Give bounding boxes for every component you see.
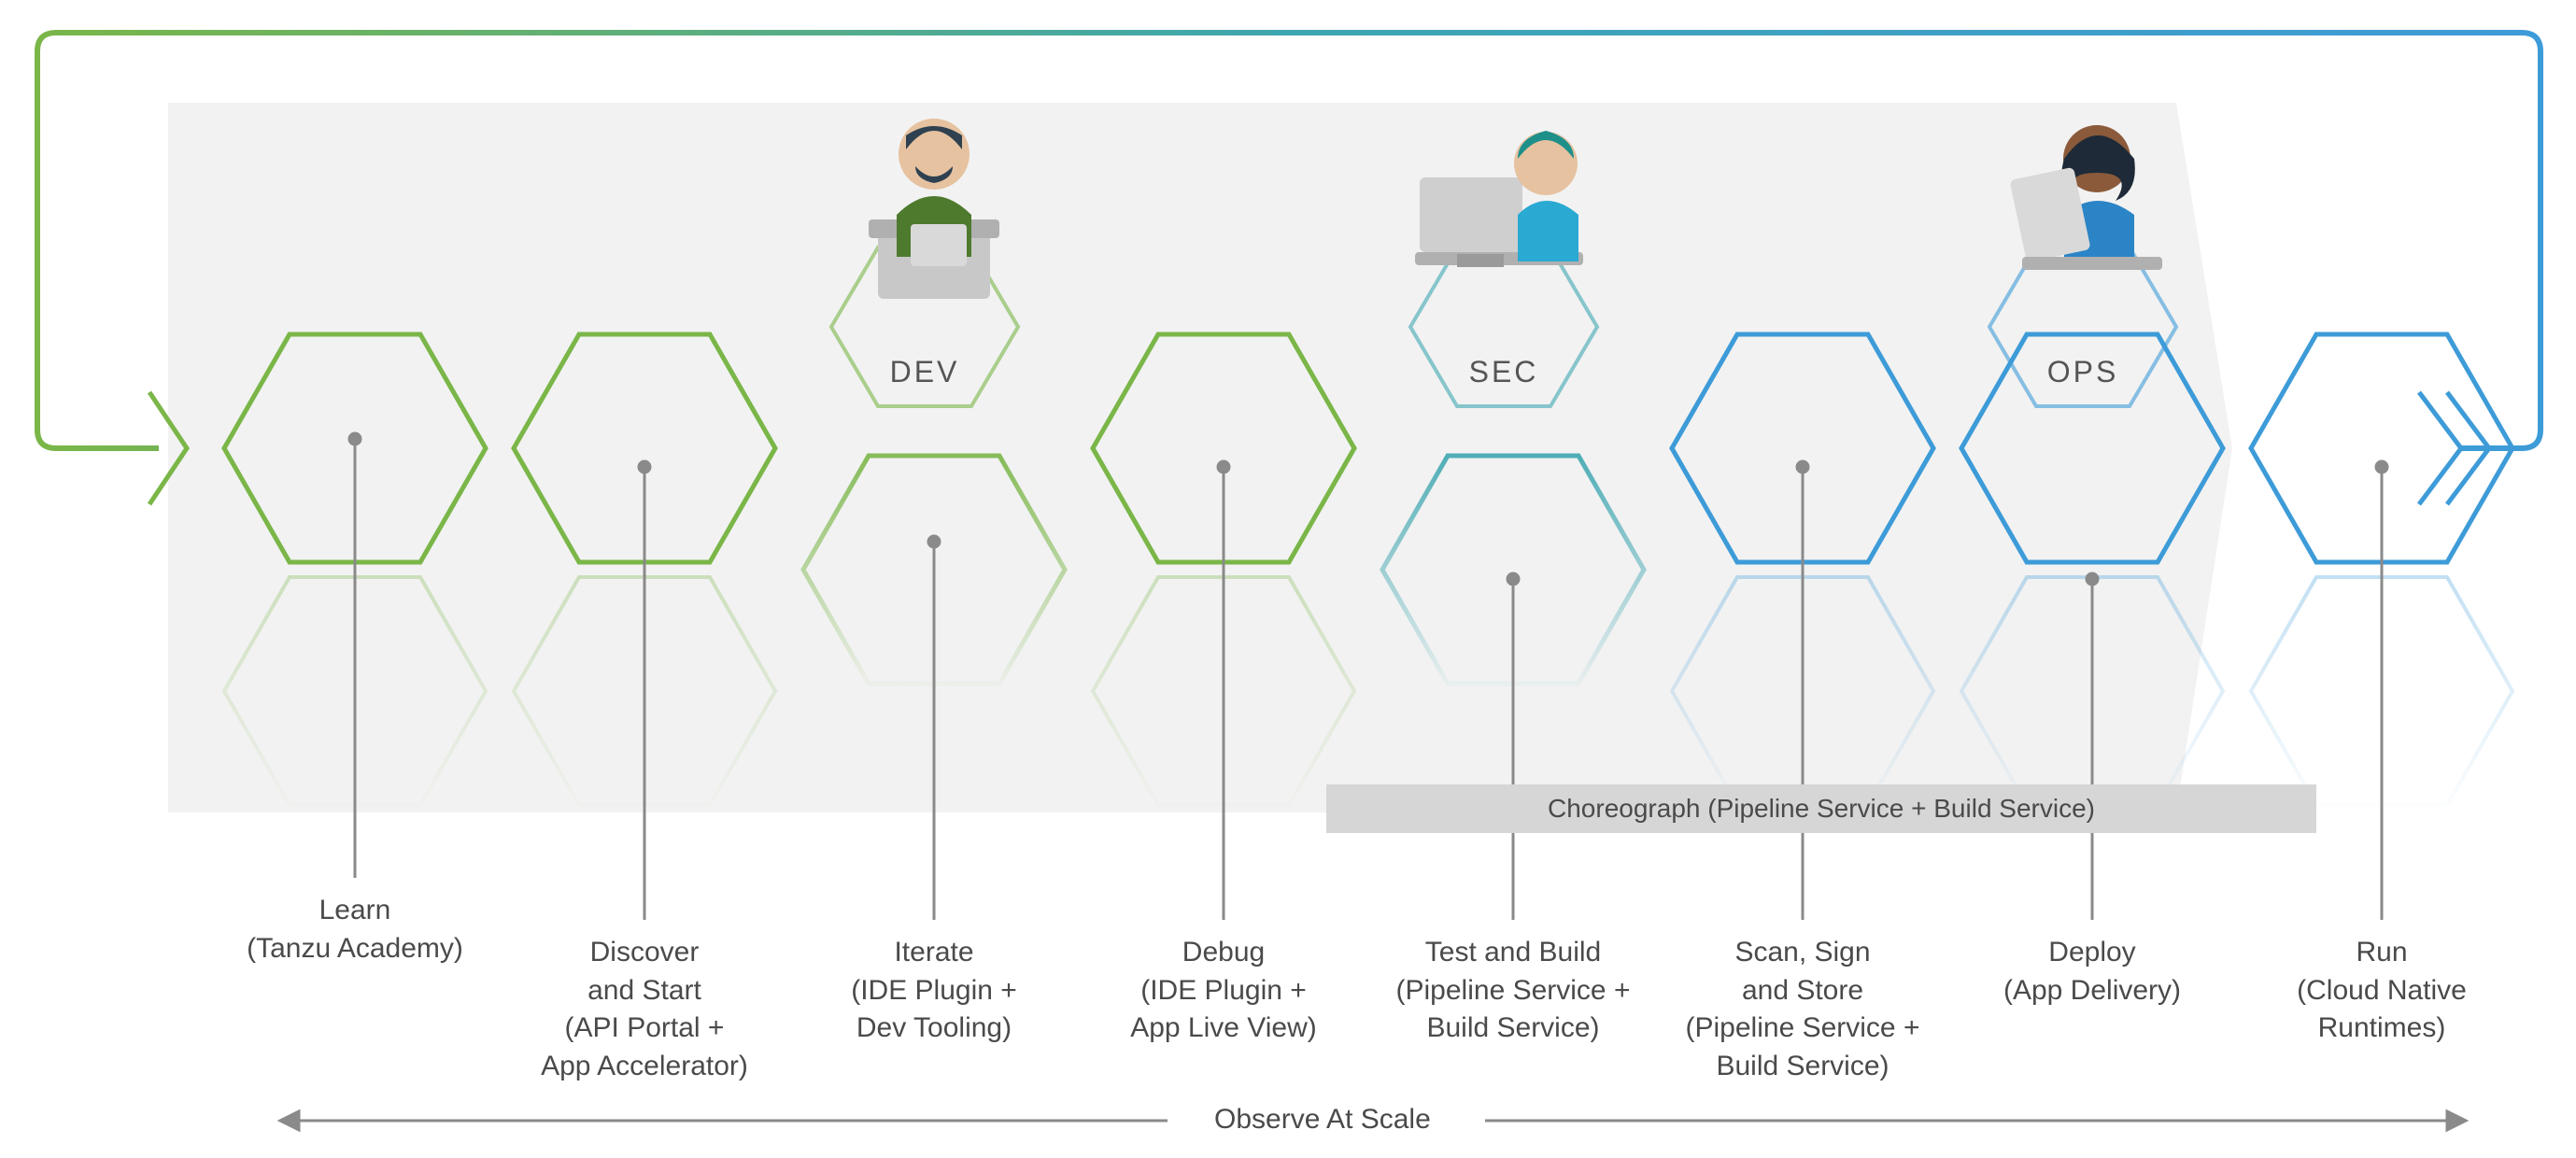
observe-at-scale-label: Observe At Scale bbox=[1214, 1104, 1431, 1136]
step-run: Run (Cloud Native Runtimes) bbox=[2270, 934, 2494, 1048]
step-run-l2: (Cloud Native bbox=[2270, 972, 2494, 1010]
loop-exit-chevron-1 bbox=[2419, 392, 2461, 504]
step-scan-l4: Build Service) bbox=[1663, 1048, 1943, 1086]
step-deploy: Deploy (App Delivery) bbox=[1971, 934, 2214, 1010]
step-debug-l2: (IDE Plugin + bbox=[1102, 972, 1345, 1010]
step-test-l3: Build Service) bbox=[1373, 1010, 1653, 1048]
step-iterate-l2: (IDE Plugin + bbox=[822, 972, 1046, 1010]
step-learn-title: Learn bbox=[243, 892, 467, 930]
step-iterate-l3: Dev Tooling) bbox=[822, 1010, 1046, 1048]
step-debug-title: Debug bbox=[1102, 934, 1345, 972]
step-discover: Discover and Start (API Portal + App Acc… bbox=[518, 934, 771, 1085]
step-scan-title: Scan, Sign bbox=[1663, 934, 1943, 972]
step-iterate-title: Iterate bbox=[822, 934, 1046, 972]
step-deploy-l2: (App Delivery) bbox=[1971, 972, 2214, 1010]
step-debug: Debug (IDE Plugin + App Live View) bbox=[1102, 934, 1345, 1048]
step-learn: Learn (Tanzu Academy) bbox=[243, 892, 467, 967]
step-discover-l2: and Start bbox=[518, 972, 771, 1010]
step-scan-l2: and Store bbox=[1663, 972, 1943, 1010]
step-run-l3: Runtimes) bbox=[2270, 1010, 2494, 1048]
role-ops-label: OPS bbox=[1989, 355, 2176, 389]
step-iterate: Iterate (IDE Plugin + Dev Tooling) bbox=[822, 934, 1046, 1048]
role-dev-label: DEV bbox=[831, 355, 1018, 389]
step-scan: Scan, Sign and Store (Pipeline Service +… bbox=[1663, 934, 1943, 1085]
step-test-l2: (Pipeline Service + bbox=[1373, 972, 1653, 1010]
step-test-build: Test and Build (Pipeline Service + Build… bbox=[1373, 934, 1653, 1048]
role-sec-label: SEC bbox=[1410, 355, 1597, 389]
step-discover-title: Discover bbox=[518, 934, 771, 972]
step-run-title: Run bbox=[2270, 934, 2494, 972]
devsecops-pipeline-diagram: DEV SEC OPS Choreograph (Pipeline Servic… bbox=[0, 0, 2576, 1158]
choreograph-bar: Choreograph (Pipeline Service + Build Se… bbox=[1326, 784, 2316, 833]
step-learn-desc: (Tanzu Academy) bbox=[243, 930, 467, 968]
step-discover-l4: App Accelerator) bbox=[518, 1048, 771, 1086]
step-test-title: Test and Build bbox=[1373, 934, 1653, 972]
step-discover-l3: (API Portal + bbox=[518, 1010, 771, 1048]
step-debug-l3: App Live View) bbox=[1102, 1010, 1345, 1048]
step-deploy-title: Deploy bbox=[1971, 934, 2214, 972]
step-scan-l3: (Pipeline Service + bbox=[1663, 1010, 1943, 1048]
